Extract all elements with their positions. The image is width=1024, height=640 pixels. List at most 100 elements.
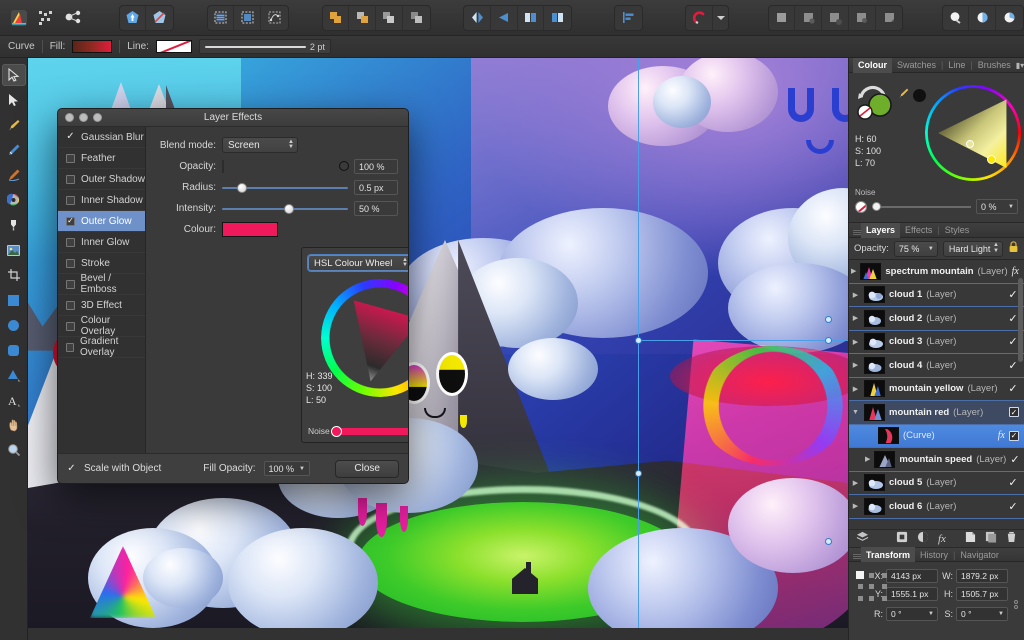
tab-line[interactable]: Line (943, 58, 970, 73)
node-tool[interactable] (2, 89, 26, 111)
checkbox[interactable] (66, 342, 75, 352)
pan-tool[interactable] (2, 414, 26, 436)
close-button[interactable] (65, 113, 74, 122)
expand-arrow-icon[interactable]: ▶ (851, 479, 860, 487)
tab-styles[interactable]: Styles (940, 223, 975, 238)
layer-visibility-toggle[interactable]: ✓ (1007, 382, 1019, 395)
layer-effects-icon[interactable]: fx (938, 533, 946, 545)
minimize-button[interactable] (79, 113, 88, 122)
nodes-grid-icon[interactable] (33, 5, 60, 31)
layer-visibility-toggle[interactable]: ✓ (1007, 359, 1019, 372)
expand-arrow-icon[interactable]: ▶ (851, 385, 860, 393)
effect-item-inner-shadow[interactable]: Inner Shadow (58, 190, 145, 211)
layer-opacity-select[interactable]: 75 % ▼ (893, 240, 938, 257)
transform-anchor-picker[interactable] (856, 571, 887, 601)
selection-handle[interactable] (825, 316, 832, 323)
layer-blend-mode-select[interactable]: Hard Light ▲ ▼ (942, 240, 1003, 257)
radius-slider[interactable] (222, 182, 348, 193)
no-colour-icon[interactable] (855, 200, 867, 213)
tab-brushes[interactable]: Brushes (973, 58, 1016, 73)
magnet-icon[interactable] (686, 5, 713, 30)
layers-panel-tabs[interactable]: Layers Effects | Styles (849, 222, 1024, 238)
flip-horizontal-icon[interactable] (464, 5, 491, 30)
intensity-slider[interactable] (222, 203, 348, 214)
colour-mode-select[interactable]: HSL Colour Wheel ▲ ▼ (308, 255, 408, 271)
scale-with-object-checkbox[interactable]: ✓ (67, 463, 76, 474)
opacity-knob[interactable] (339, 161, 349, 171)
rotate-left-icon[interactable] (518, 5, 545, 30)
layer-visibility-toggle[interactable]: ✓ (1009, 407, 1019, 418)
fill-tool[interactable] (2, 214, 26, 236)
radius-value[interactable]: 0.5 px (354, 180, 398, 195)
layer-row-cloud-3[interactable]: ▶ cloud 3 (Layer) ✓ (849, 331, 1024, 354)
artistic-text-tool[interactable]: A (2, 389, 26, 411)
triangle-tool[interactable] (2, 364, 26, 386)
transform-y-input[interactable]: 1555.1 px (886, 587, 938, 601)
layer-effects-indicator[interactable]: fx (1012, 266, 1019, 277)
checkbox[interactable] (66, 258, 75, 268)
noise-slider[interactable] (872, 201, 971, 211)
saturation-marker[interactable] (966, 140, 974, 148)
glow-colour-swatch[interactable] (222, 222, 278, 237)
effects-list[interactable]: ✓ Gaussian Blur Feather Outer Shadow Inn… (58, 127, 146, 453)
blend-mode-select[interactable]: Screen ▲ ▼ (222, 137, 298, 153)
effect-item-colour-overlay[interactable]: Colour Overlay (58, 315, 145, 337)
checkbox[interactable] (66, 174, 75, 184)
snap-on-icon[interactable] (120, 5, 147, 30)
layer-effects-indicator[interactable]: fx (998, 430, 1005, 441)
geometry-subtract-icon[interactable] (349, 5, 377, 30)
layer-stack-icon[interactable] (856, 531, 869, 546)
hsl-colour-wheel[interactable] (321, 279, 408, 397)
tab-colour[interactable]: Colour (853, 57, 892, 73)
panel-menu-icon[interactable]: ▮▾ (1016, 61, 1024, 70)
tab-effects[interactable]: Effects (900, 223, 937, 238)
layer-row-cloud-4[interactable]: ▶ cloud 4 (Layer) ✓ (849, 354, 1024, 378)
tab-history[interactable]: History (915, 547, 953, 562)
link-dimensions-toggle[interactable] (1014, 569, 1018, 640)
layer-row-cloud-2[interactable]: ▶ cloud 2 (Layer) ✓ (849, 307, 1024, 331)
layer-row-cloud-1[interactable]: ▶ cloud 1 (Layer) ✓ (849, 284, 1024, 307)
new-layer-icon[interactable] (965, 531, 976, 546)
chevron-down-icon[interactable] (713, 6, 728, 30)
pencil-tool[interactable] (2, 164, 26, 186)
tab-navigator[interactable]: Navigator (955, 547, 1004, 562)
effect-item-feather[interactable]: Feather (58, 148, 145, 169)
affinity-logo-icon[interactable] (6, 5, 33, 31)
duplicate-layer-icon[interactable] (985, 531, 997, 546)
export-persona-icon[interactable] (996, 6, 1023, 30)
effect-item-stroke[interactable]: Stroke (58, 253, 145, 274)
transform-s-input[interactable]: 0 ° ▼ (956, 607, 1008, 621)
layer-effects-dialog[interactable]: Layer Effects ✓ Gaussian Blur Feather Ou… (57, 108, 409, 484)
tab-transform[interactable]: Transform (861, 547, 916, 562)
geometry-add-icon[interactable] (323, 5, 350, 30)
tab-layers[interactable]: Layers (861, 222, 901, 238)
rectangle-tool[interactable] (2, 289, 26, 311)
ellipse-tool[interactable] (2, 314, 26, 336)
zoom-tool[interactable] (2, 439, 26, 461)
selection-handle[interactable] (825, 337, 832, 344)
effect-item-3d-effect[interactable]: 3D Effect (58, 295, 145, 316)
mask-layer-icon[interactable] (896, 531, 908, 546)
line-swatch[interactable] (155, 40, 192, 53)
corner-concave-icon[interactable] (822, 5, 849, 30)
lock-icon[interactable] (1008, 241, 1019, 256)
transform-r-input[interactable]: 0 ° ▼ (886, 607, 938, 621)
check-icon[interactable]: ✓ (66, 132, 75, 142)
maximize-button[interactable] (93, 113, 102, 122)
draw-persona-icon[interactable] (943, 5, 970, 30)
checkbox[interactable] (66, 237, 75, 247)
geometry-divide-icon[interactable] (403, 6, 430, 30)
noise-knob[interactable] (872, 201, 881, 211)
pen-tool[interactable] (2, 139, 26, 161)
collapse-arrow-icon[interactable]: ▼ (851, 409, 860, 416)
pixel-preview-icon[interactable] (208, 5, 235, 30)
expand-arrow-icon[interactable]: ▶ (851, 314, 860, 322)
noise-knob[interactable] (330, 425, 342, 437)
checkbox[interactable] (66, 279, 75, 289)
checkbox[interactable] (66, 153, 75, 163)
intensity-value[interactable]: 50 % (354, 201, 398, 216)
transform-x-input[interactable]: 4143 px (886, 569, 938, 583)
expand-arrow-icon[interactable]: ▶ (851, 267, 856, 275)
delete-layer-icon[interactable] (1006, 531, 1017, 546)
layer-row-mountain-yellow[interactable]: ▶ mountain yellow (Layer) ✓ (849, 378, 1024, 401)
